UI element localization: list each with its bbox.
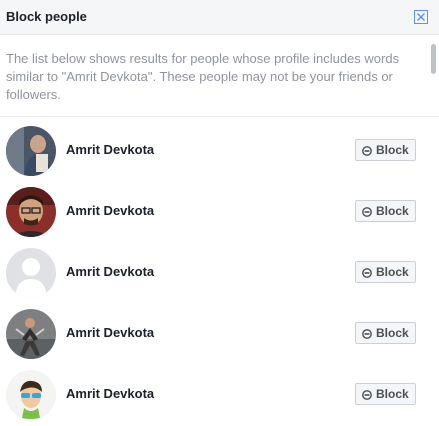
scrollbar[interactable] — [431, 44, 436, 74]
block-icon — [362, 207, 372, 217]
person-row: Amrit Devkota Block — [0, 242, 432, 303]
profile-photo[interactable] — [6, 370, 56, 420]
block-button[interactable]: Block — [355, 322, 416, 344]
block-button[interactable]: Block — [355, 200, 416, 222]
person-name[interactable]: Amrit Devkota — [66, 203, 154, 218]
profile-photo[interactable] — [6, 309, 56, 359]
close-icon[interactable] — [414, 10, 428, 24]
block-button[interactable]: Block — [355, 139, 416, 161]
dialog-title: Block people — [6, 9, 87, 24]
person-row: Amrit Devkota Block — [0, 303, 432, 364]
block-icon — [362, 268, 372, 278]
block-icon — [362, 329, 372, 339]
person-row: Amrit Devkota Block — [0, 120, 432, 181]
block-icon — [362, 390, 372, 400]
block-icon — [362, 146, 372, 156]
block-button-label: Block — [376, 387, 409, 401]
person-name[interactable]: Amrit Devkota — [66, 325, 154, 340]
block-button-label: Block — [376, 204, 409, 218]
person-name[interactable]: Amrit Devkota — [66, 142, 154, 157]
block-button[interactable]: Block — [355, 261, 416, 283]
default-profile-icon[interactable] — [6, 248, 56, 298]
block-button-label: Block — [376, 143, 409, 157]
person-name[interactable]: Amrit Devkota — [66, 386, 154, 401]
person-name[interactable]: Amrit Devkota — [66, 264, 154, 279]
block-button-label: Block — [376, 326, 409, 340]
person-row: Amrit Devkota Block — [0, 364, 432, 425]
profile-photo[interactable] — [6, 187, 56, 237]
dialog-description: The list below shows results for people … — [6, 51, 400, 102]
divider — [0, 116, 439, 117]
profile-photo[interactable] — [6, 126, 56, 176]
dialog-content: The list below shows results for people … — [0, 36, 439, 426]
dialog-header: Block people — [0, 0, 439, 35]
person-row: Amrit Devkota Block — [0, 181, 432, 242]
block-people-dialog: Block people The list below shows result… — [0, 0, 439, 426]
block-button[interactable]: Block — [355, 383, 416, 405]
block-button-label: Block — [376, 265, 409, 279]
